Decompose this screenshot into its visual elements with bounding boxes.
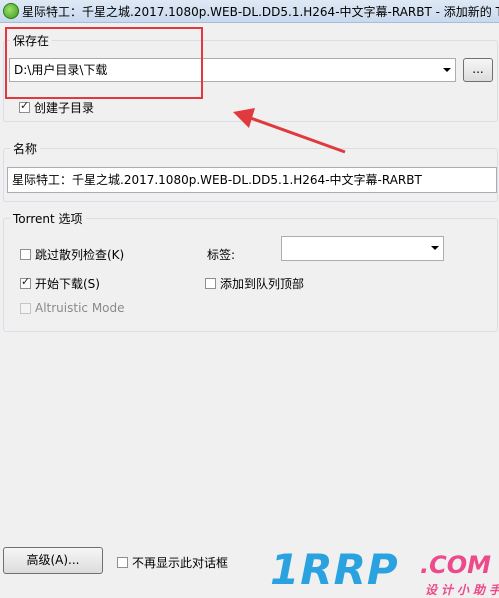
- dont-show-again-checkbox[interactable]: 不再显示此对话框: [117, 554, 228, 571]
- add-to-top-label: 添加到队列顶部: [220, 277, 305, 291]
- name-legend: 名称: [13, 142, 38, 156]
- add-to-top-box-icon[interactable]: [205, 278, 216, 289]
- torrent-options-legend: Torrent 选项: [13, 212, 83, 226]
- dropdown-arrow-icon[interactable]: [443, 68, 451, 72]
- browse-button-label: ...: [472, 62, 484, 76]
- skip-hash-check-checkbox[interactable]: 跳过散列检查(K): [20, 246, 124, 263]
- label-combobox[interactable]: [281, 236, 444, 261]
- app-icon: [3, 3, 19, 19]
- browse-button[interactable]: ...: [463, 58, 493, 82]
- start-download-checkbox[interactable]: 开始下载(S): [20, 275, 100, 292]
- create-subfolder-check-icon[interactable]: [19, 99, 30, 113]
- skip-hash-check-label: 跳过散列检查(K): [35, 248, 125, 262]
- altruistic-mode-box-icon: [20, 302, 31, 314]
- advanced-button-label: 高级(A)...: [26, 553, 80, 567]
- annotation-highlight-box: [5, 27, 203, 99]
- watermark-subtitle: 设计小助手: [425, 583, 499, 597]
- window-title: 星际特工：千星之城.2017.1080p.WEB-DL.DD5.1.H264-中…: [22, 5, 499, 19]
- altruistic-mode-checkbox: Altruistic Mode: [20, 301, 125, 315]
- watermark-suffix: .COM: [420, 551, 492, 579]
- advanced-button[interactable]: 高级(A)...: [3, 547, 103, 574]
- dont-show-again-box-icon[interactable]: [117, 557, 128, 568]
- start-download-label: 开始下载(S): [35, 277, 100, 291]
- label-dropdown-arrow-icon[interactable]: [431, 246, 439, 250]
- annotation-arrow-icon: [233, 108, 346, 154]
- altruistic-mode-label: Altruistic Mode: [35, 301, 125, 315]
- start-download-check-icon[interactable]: [20, 275, 31, 289]
- add-to-top-checkbox[interactable]: 添加到队列顶部: [205, 275, 304, 292]
- title-bar: 星际特工：千星之城.2017.1080p.WEB-DL.DD5.1.H264-中…: [0, 0, 499, 23]
- name-value: 星际特工：千星之城.2017.1080p.WEB-DL.DD5.1.H264-中…: [12, 173, 422, 187]
- name-input[interactable]: 星际特工：千星之城.2017.1080p.WEB-DL.DD5.1.H264-中…: [7, 167, 497, 193]
- create-subfolder-checkbox[interactable]: 创建子目录: [19, 99, 94, 116]
- label-caption: 标签:: [207, 248, 236, 262]
- watermark-main: 1RRP: [270, 545, 399, 594]
- watermark-logo: 1RRP .COM 设计小助手: [270, 545, 499, 597]
- skip-hash-check-box-icon[interactable]: [20, 249, 31, 260]
- create-subfolder-label: 创建子目录: [34, 101, 95, 115]
- dont-show-again-label: 不再显示此对话框: [132, 556, 229, 570]
